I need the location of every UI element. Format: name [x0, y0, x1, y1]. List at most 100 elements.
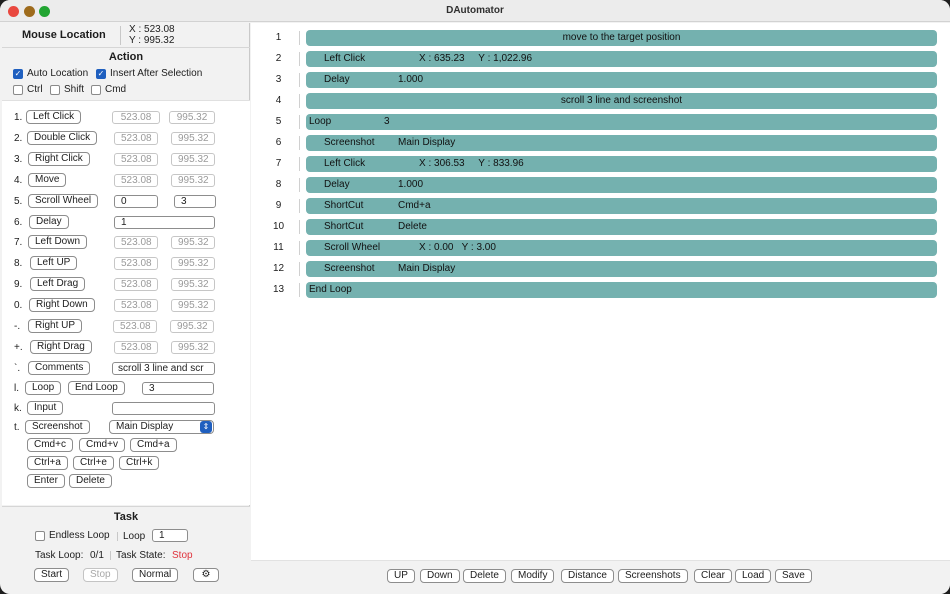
stop-button[interactable]: Stop — [83, 568, 118, 582]
step-row[interactable]: 8 Delay 1.000 — [251, 176, 950, 193]
save-button[interactable]: Save — [775, 569, 812, 583]
scroll-wheel-button[interactable]: Scroll Wheel — [28, 194, 99, 208]
step-row[interactable]: 13 End Loop — [251, 281, 950, 298]
left-up-y-field[interactable]: 995.32 — [171, 257, 215, 270]
step-row[interactable]: 12 Screenshot Main Display — [251, 260, 950, 277]
right-click-x-field[interactable]: 523.08 — [114, 153, 158, 166]
step-row[interactable]: 2 Left Click X : 635.23 Y : 1,022.96 — [251, 50, 950, 67]
right-down-y-field[interactable]: 995.32 — [171, 299, 215, 312]
auto-location-checkbox[interactable]: ✓ Auto Location — [13, 68, 88, 79]
right-drag-x-field[interactable]: 523.08 — [114, 341, 158, 354]
right-drag-button[interactable]: Right Drag — [30, 340, 92, 354]
step-row[interactable]: 5 Loop 3 — [251, 113, 950, 130]
step-list[interactable]: 1 move to the target position 2 Left Click X… — [251, 23, 950, 560]
step-number: 1 — [275, 32, 282, 43]
normal-button[interactable]: Normal — [132, 568, 179, 582]
loop-button[interactable]: Loop — [25, 381, 62, 395]
right-up-y-field[interactable]: 995.32 — [170, 320, 214, 333]
screenshot-button[interactable]: Screenshot — [25, 420, 90, 434]
step-row[interactable]: 4 scroll 3 line and screenshot — [251, 92, 950, 109]
right-down-button[interactable]: Right Down — [29, 298, 95, 312]
ctrl-checkbox[interactable]: Ctrl — [13, 84, 43, 95]
load-button[interactable]: Load — [735, 569, 772, 583]
move-y-field[interactable]: 995.32 — [171, 174, 215, 187]
scroll-x-field[interactable]: 0 — [114, 195, 158, 208]
right-up-button[interactable]: Right UP — [28, 319, 83, 333]
right-click-y-field[interactable]: 995.32 — [171, 153, 215, 166]
input-text-field[interactable] — [112, 402, 215, 415]
cmd-checkbox[interactable]: Cmd — [91, 84, 126, 95]
shift-checkbox[interactable]: Shift — [50, 84, 84, 95]
right-click-button[interactable]: Right Click — [28, 152, 90, 166]
step-pill[interactable]: Delay 1.000 — [306, 72, 937, 88]
shortcut-ctrl-k-button[interactable]: Ctrl+k — [119, 456, 160, 470]
left-click-y-field[interactable]: 995.32 — [169, 111, 215, 124]
move-button[interactable]: Move — [28, 173, 67, 187]
double-click-x-field[interactable]: 523.08 — [114, 132, 158, 145]
delay-button[interactable]: Delay — [29, 215, 69, 229]
down-button[interactable]: Down — [420, 569, 460, 583]
shortcut-cmd-c-button[interactable]: Cmd+c — [27, 438, 73, 452]
double-click-y-field[interactable]: 995.32 — [171, 132, 215, 145]
comments-button[interactable]: Comments — [28, 361, 91, 375]
insert-after-selection-checkbox[interactable]: ✓ Insert After Selection — [96, 68, 202, 79]
step-pill[interactable]: ShortCut Delete — [306, 219, 937, 235]
left-drag-x-field[interactable]: 523.08 — [114, 278, 158, 291]
step-pill[interactable]: scroll 3 line and screenshot — [306, 93, 937, 109]
step-row[interactable]: 11 Scroll Wheel X : 0.00 Y : 3.00 — [251, 239, 950, 256]
endless-loop-checkbox[interactable]: Endless Loop — [35, 530, 110, 541]
step-pill[interactable]: Left Click X : 635.23 Y : 1,022.96 — [306, 51, 937, 67]
step-pill[interactable]: End Loop — [306, 282, 937, 298]
step-pill[interactable]: Screenshot Main Display — [306, 135, 937, 151]
move-x-field[interactable]: 523.08 — [114, 174, 158, 187]
step-pill[interactable]: Delay 1.000 — [306, 177, 937, 193]
loop-count-field[interactable]: 3 — [142, 382, 214, 395]
left-click-x-field[interactable]: 523.08 — [112, 111, 160, 124]
left-down-x-field[interactable]: 523.08 — [114, 236, 158, 249]
step-pill[interactable]: Left Click X : 306.53 Y : 833.96 — [306, 156, 937, 172]
step-row[interactable]: 6 Screenshot Main Display — [251, 134, 950, 151]
shortcut-delete-button[interactable]: Delete — [69, 474, 112, 488]
left-down-button[interactable]: Left Down — [28, 235, 88, 249]
left-drag-y-field[interactable]: 995.32 — [171, 278, 215, 291]
settings-button[interactable]: ⚙ — [193, 568, 219, 582]
step-row[interactable]: 3 Delay 1.000 — [251, 71, 950, 88]
end-loop-button[interactable]: End Loop — [68, 381, 125, 395]
clear-button[interactable]: Clear — [694, 569, 732, 583]
screenshots-button[interactable]: Screenshots — [618, 569, 688, 583]
step-row[interactable]: 9 ShortCut Cmd+a — [251, 197, 950, 214]
shortcut-ctrl-e-button[interactable]: Ctrl+e — [73, 456, 114, 470]
shortcut-ctrl-a-button[interactable]: Ctrl+a — [27, 456, 68, 470]
distance-button[interactable]: Distance — [561, 569, 614, 583]
right-down-x-field[interactable]: 523.08 — [114, 299, 158, 312]
left-down-y-field[interactable]: 995.32 — [171, 236, 215, 249]
step-row[interactable]: 10 ShortCut Delete — [251, 218, 950, 235]
delete-button[interactable]: Delete — [463, 569, 506, 583]
scroll-y-field[interactable]: 3 — [174, 195, 216, 208]
display-select[interactable]: Main Display ⇕ — [109, 420, 214, 434]
comments-field[interactable]: scroll 3 line and scr — [112, 362, 215, 375]
task-loop-count-field[interactable]: 1 — [152, 529, 188, 542]
step-row[interactable]: 1 move to the target position — [251, 29, 950, 46]
left-drag-button[interactable]: Left Drag — [30, 277, 86, 291]
left-up-button[interactable]: Left UP — [30, 256, 78, 270]
input-button[interactable]: Input — [27, 401, 64, 415]
step-pill[interactable]: Scroll Wheel X : 0.00 Y : 3.00 — [306, 240, 937, 256]
step-pill[interactable]: move to the target position — [306, 30, 937, 46]
left-up-x-field[interactable]: 523.08 — [114, 257, 158, 270]
step-pill[interactable]: Screenshot Main Display — [306, 261, 937, 277]
shortcut-cmd-v-button[interactable]: Cmd+v — [79, 438, 125, 452]
up-button[interactable]: UP — [387, 569, 415, 583]
step-pill[interactable]: Loop 3 — [306, 114, 937, 130]
delay-field[interactable]: 1 — [114, 216, 215, 229]
right-drag-y-field[interactable]: 995.32 — [171, 341, 215, 354]
shortcut-enter-button[interactable]: Enter — [27, 474, 65, 488]
double-click-button[interactable]: Double Click — [27, 131, 98, 145]
shortcut-cmd-a-button[interactable]: Cmd+a — [130, 438, 177, 452]
step-pill[interactable]: ShortCut Cmd+a — [306, 198, 937, 214]
start-button[interactable]: Start — [34, 568, 70, 582]
left-click-button[interactable]: Left Click — [26, 110, 82, 124]
right-up-x-field[interactable]: 523.08 — [113, 320, 157, 333]
modify-button[interactable]: Modify — [511, 569, 555, 583]
step-row[interactable]: 7 Left Click X : 306.53 Y : 833.96 — [251, 155, 950, 172]
